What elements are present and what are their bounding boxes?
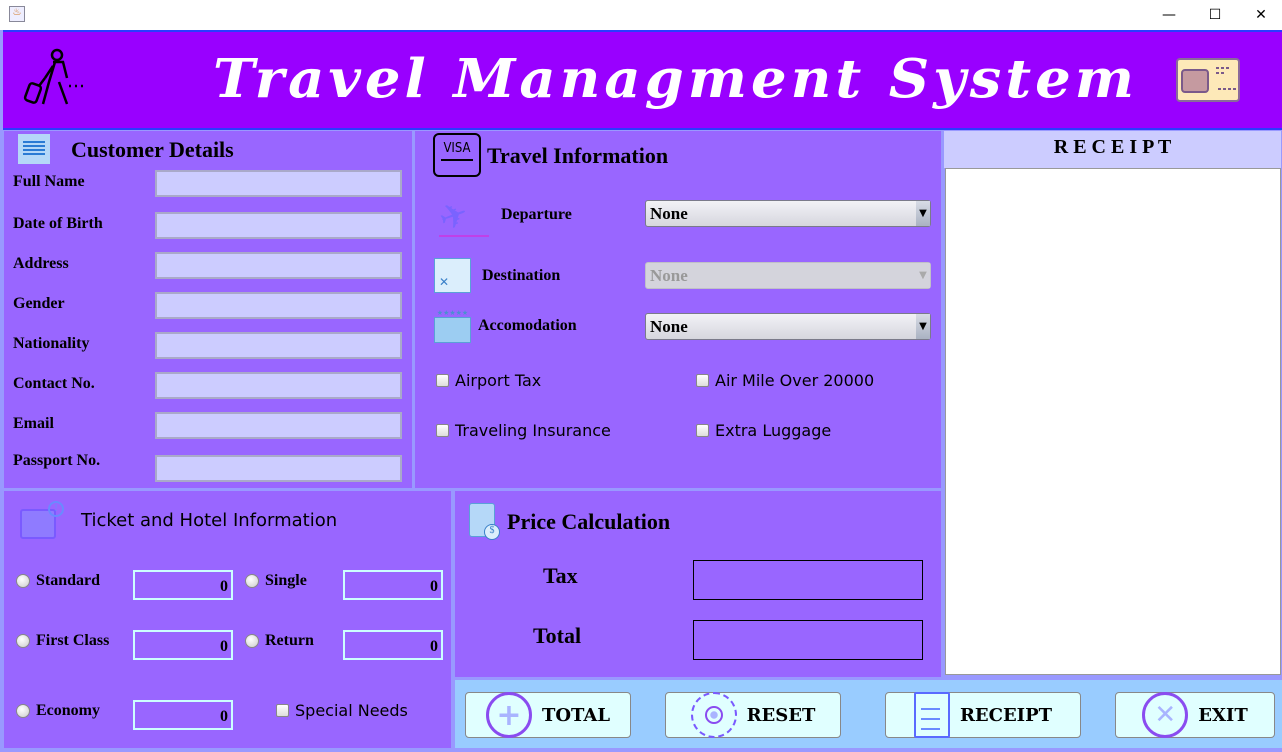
close-button[interactable]: ✕ [1238, 0, 1282, 30]
special-needs-checkbox[interactable]: Special Needs [276, 701, 408, 720]
field-label: Email [13, 415, 54, 432]
air-mile-checkbox[interactable]: Air Mile Over 20000 [696, 371, 874, 390]
field-label: Address [13, 255, 69, 272]
traveler-icon [23, 48, 83, 105]
list-icon [18, 134, 50, 164]
tax-field[interactable] [693, 560, 923, 600]
accomodation-dropdown[interactable]: None ▼ [645, 313, 931, 340]
close-circle-icon: ✕ [1142, 692, 1189, 738]
field-label: Nationality [13, 335, 90, 352]
receipt-textarea[interactable] [945, 168, 1281, 675]
first-class-radio[interactable]: First Class [16, 632, 109, 650]
minimize-button[interactable]: — [1146, 0, 1192, 30]
gender-input[interactable] [155, 292, 402, 319]
calculator-icon: $ [469, 503, 500, 540]
address-input[interactable] [155, 252, 402, 279]
exit-button[interactable]: ✕ EXIT [1115, 692, 1275, 738]
hotel-icon: ★★★★★ [434, 309, 471, 343]
destination-label: Destination [482, 267, 561, 284]
standard-radio[interactable]: Standard [16, 572, 100, 590]
customer-details-title: Customer Details [71, 137, 234, 162]
travel-information-panel: VISA Travel Information ✈ Departure None… [415, 131, 941, 488]
receipt-button[interactable]: RECEIPT [885, 692, 1081, 738]
first-class-price-field[interactable]: 0 [133, 630, 233, 660]
java-app-icon: ♨ [9, 6, 25, 22]
total-label: Total [533, 623, 582, 648]
nationality-input[interactable] [155, 332, 402, 359]
economy-radio[interactable]: Economy [16, 702, 100, 720]
return-price-field[interactable]: 0 [343, 630, 443, 660]
airplane-icon: ✈ [434, 193, 489, 240]
price-calculation-title: Price Calculation [507, 509, 671, 534]
economy-price-field[interactable]: 0 [133, 700, 233, 730]
total-button[interactable]: + TOTAL [465, 692, 631, 738]
extra-luggage-checkbox[interactable]: Extra Luggage [696, 421, 831, 440]
field-label: Gender [13, 295, 65, 312]
destination-dropdown[interactable]: None ▼ [645, 262, 931, 289]
total-field[interactable] [693, 620, 923, 660]
chevron-down-icon: ▼ [916, 263, 930, 288]
plus-circle-icon: + [485, 692, 532, 738]
ticket-hotel-panel: ! Ticket and Hotel Information Standard … [4, 491, 451, 748]
field-label: Date of Birth [13, 215, 103, 232]
visa-icon: VISA [433, 133, 481, 177]
price-calculation-panel: $ Price Calculation Tax Total [455, 491, 941, 677]
reset-button[interactable]: RESET [665, 692, 841, 738]
tax-label: Tax [543, 563, 578, 588]
chevron-down-icon: ▼ [916, 201, 930, 226]
ticket-hotel-title: Ticket and Hotel Information [81, 510, 338, 531]
standard-price-field[interactable]: 0 [133, 570, 233, 600]
return-radio[interactable]: Return [245, 632, 314, 650]
receipt-title: R E C E I P T [944, 131, 1281, 168]
full-name-input[interactable] [155, 170, 402, 197]
field-label: Passport No. [13, 452, 101, 469]
reset-cycle-icon [690, 692, 737, 738]
email-input[interactable] [155, 412, 402, 439]
title-bar: ♨ — ☐ ✕ [0, 0, 1282, 30]
date-of-birth-input[interactable] [155, 212, 402, 239]
maximize-button[interactable]: ☐ [1192, 0, 1238, 30]
departure-dropdown[interactable]: None ▼ [645, 200, 931, 227]
booklet-alert-icon: ! [20, 501, 64, 539]
map-icon: ✕ [434, 258, 471, 293]
airport-tax-checkbox[interactable]: Airport Tax [436, 371, 541, 390]
passport-no-input[interactable] [155, 455, 402, 482]
travel-information-title: Travel Information [487, 143, 669, 168]
field-label: Full Name [13, 173, 85, 190]
luggage-ticket-icon [1176, 58, 1240, 102]
contact-no-input[interactable] [155, 372, 402, 399]
departure-label: Departure [501, 206, 572, 223]
app-header: Travel Managment System [3, 30, 1282, 130]
app-title: Travel Managment System [213, 47, 1138, 111]
traveling-insurance-checkbox[interactable]: Traveling Insurance [436, 421, 611, 440]
receipt-print-icon [913, 692, 950, 738]
accomodation-label: Accomodation [478, 317, 577, 334]
single-price-field[interactable]: 0 [343, 570, 443, 600]
chevron-down-icon: ▼ [916, 314, 930, 339]
single-radio[interactable]: Single [245, 572, 307, 590]
field-label: Contact No. [13, 375, 95, 392]
